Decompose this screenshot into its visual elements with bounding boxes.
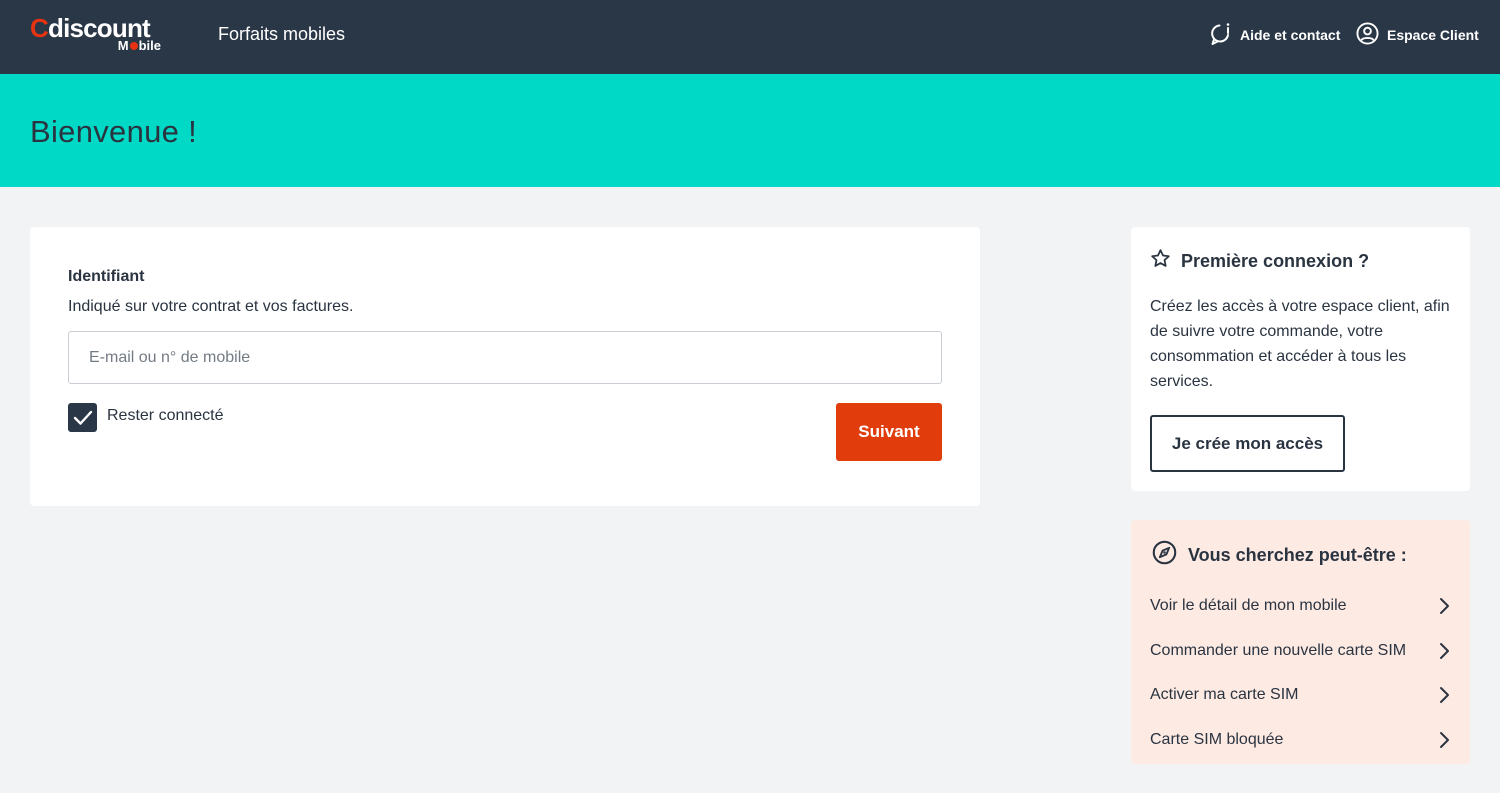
logo-dot-icon <box>129 42 138 50</box>
nav-forfaits-mobiles[interactable]: Forfaits mobiles <box>218 22 345 46</box>
first-connection-text: Créez les accès à votre espace client, a… <box>1150 298 1450 390</box>
create-access-button[interactable]: Je crée mon accès <box>1150 415 1345 472</box>
chat-bubble-info-icon <box>1210 22 1232 49</box>
suggestions-title: Vous cherchez peut-être : <box>1188 544 1407 565</box>
chevron-right-icon <box>1440 687 1449 704</box>
top-header: Cdiscount Mbile Forfaits mobiles Aide et… <box>0 0 1500 74</box>
chevron-right-icon <box>1440 598 1449 615</box>
identifiant-label: Identifiant <box>68 268 145 285</box>
remember-me-toggle[interactable]: Rester connecté <box>68 403 224 432</box>
first-connection-title: Première connexion ? <box>1181 250 1370 271</box>
suggestion-label: Voir le détail de mon mobile <box>1150 597 1347 615</box>
first-connection-card: Première connexion ? Créez les accès à v… <box>1131 227 1470 491</box>
logo-subtitle: Mbile <box>118 39 161 53</box>
suggestion-activate-sim[interactable]: Activer ma carte SIM <box>1150 673 1450 718</box>
logo-sub-rest: bile <box>138 38 161 53</box>
star-outline-icon <box>1150 248 1171 274</box>
remember-me-label: Rester connecté <box>107 406 224 424</box>
compass-icon <box>1152 540 1177 570</box>
suggestion-label: Commander une nouvelle carte SIM <box>1150 641 1407 659</box>
logo-letter-c: C <box>30 13 49 43</box>
logo-sub-m: M <box>117 38 129 53</box>
nav-aide-contact[interactable]: Aide et contact <box>1210 22 1340 48</box>
identifiant-hint: Indiqué sur votre contrat et vos facture… <box>68 298 354 315</box>
cdiscount-mobile-logo[interactable]: Cdiscount Mbile <box>30 14 165 58</box>
nav-espace-label: Espace Client <box>1387 27 1479 43</box>
suggestions-card: Vous cherchez peut-être : Voir le détail… <box>1131 520 1470 764</box>
logo-wordmark: Cdiscount <box>30 13 151 43</box>
suggestions-header: Vous cherchez peut-être : <box>1152 540 1407 570</box>
welcome-banner: Bienvenue ! <box>0 74 1500 187</box>
chevron-right-icon <box>1440 642 1449 659</box>
nav-espace-client[interactable]: Espace Client <box>1356 22 1479 48</box>
suggestion-mobile-detail[interactable]: Voir le détail de mon mobile <box>1150 584 1450 629</box>
remember-me-checkbox[interactable] <box>68 403 97 432</box>
suggestion-label: Activer ma carte SIM <box>1150 686 1299 704</box>
suggestions-list: Voir le détail de mon mobile Commander u… <box>1150 584 1450 762</box>
suggestion-label: Carte SIM bloquée <box>1150 730 1284 748</box>
page-title: Bienvenue ! <box>30 114 198 149</box>
user-circle-icon <box>1356 22 1379 48</box>
chevron-right-icon <box>1440 731 1449 748</box>
first-connection-header: Première connexion ? <box>1150 248 1369 274</box>
suivant-button[interactable]: Suivant <box>836 403 942 461</box>
login-card: Identifiant Indiqué sur votre contrat et… <box>30 227 980 506</box>
identifiant-input[interactable] <box>68 331 942 384</box>
nav-aide-label: Aide et contact <box>1240 27 1341 43</box>
suggestion-order-sim[interactable]: Commander une nouvelle carte SIM <box>1150 629 1450 674</box>
suggestion-blocked-sim[interactable]: Carte SIM bloquée <box>1150 718 1450 763</box>
checkmark-icon <box>73 410 92 425</box>
